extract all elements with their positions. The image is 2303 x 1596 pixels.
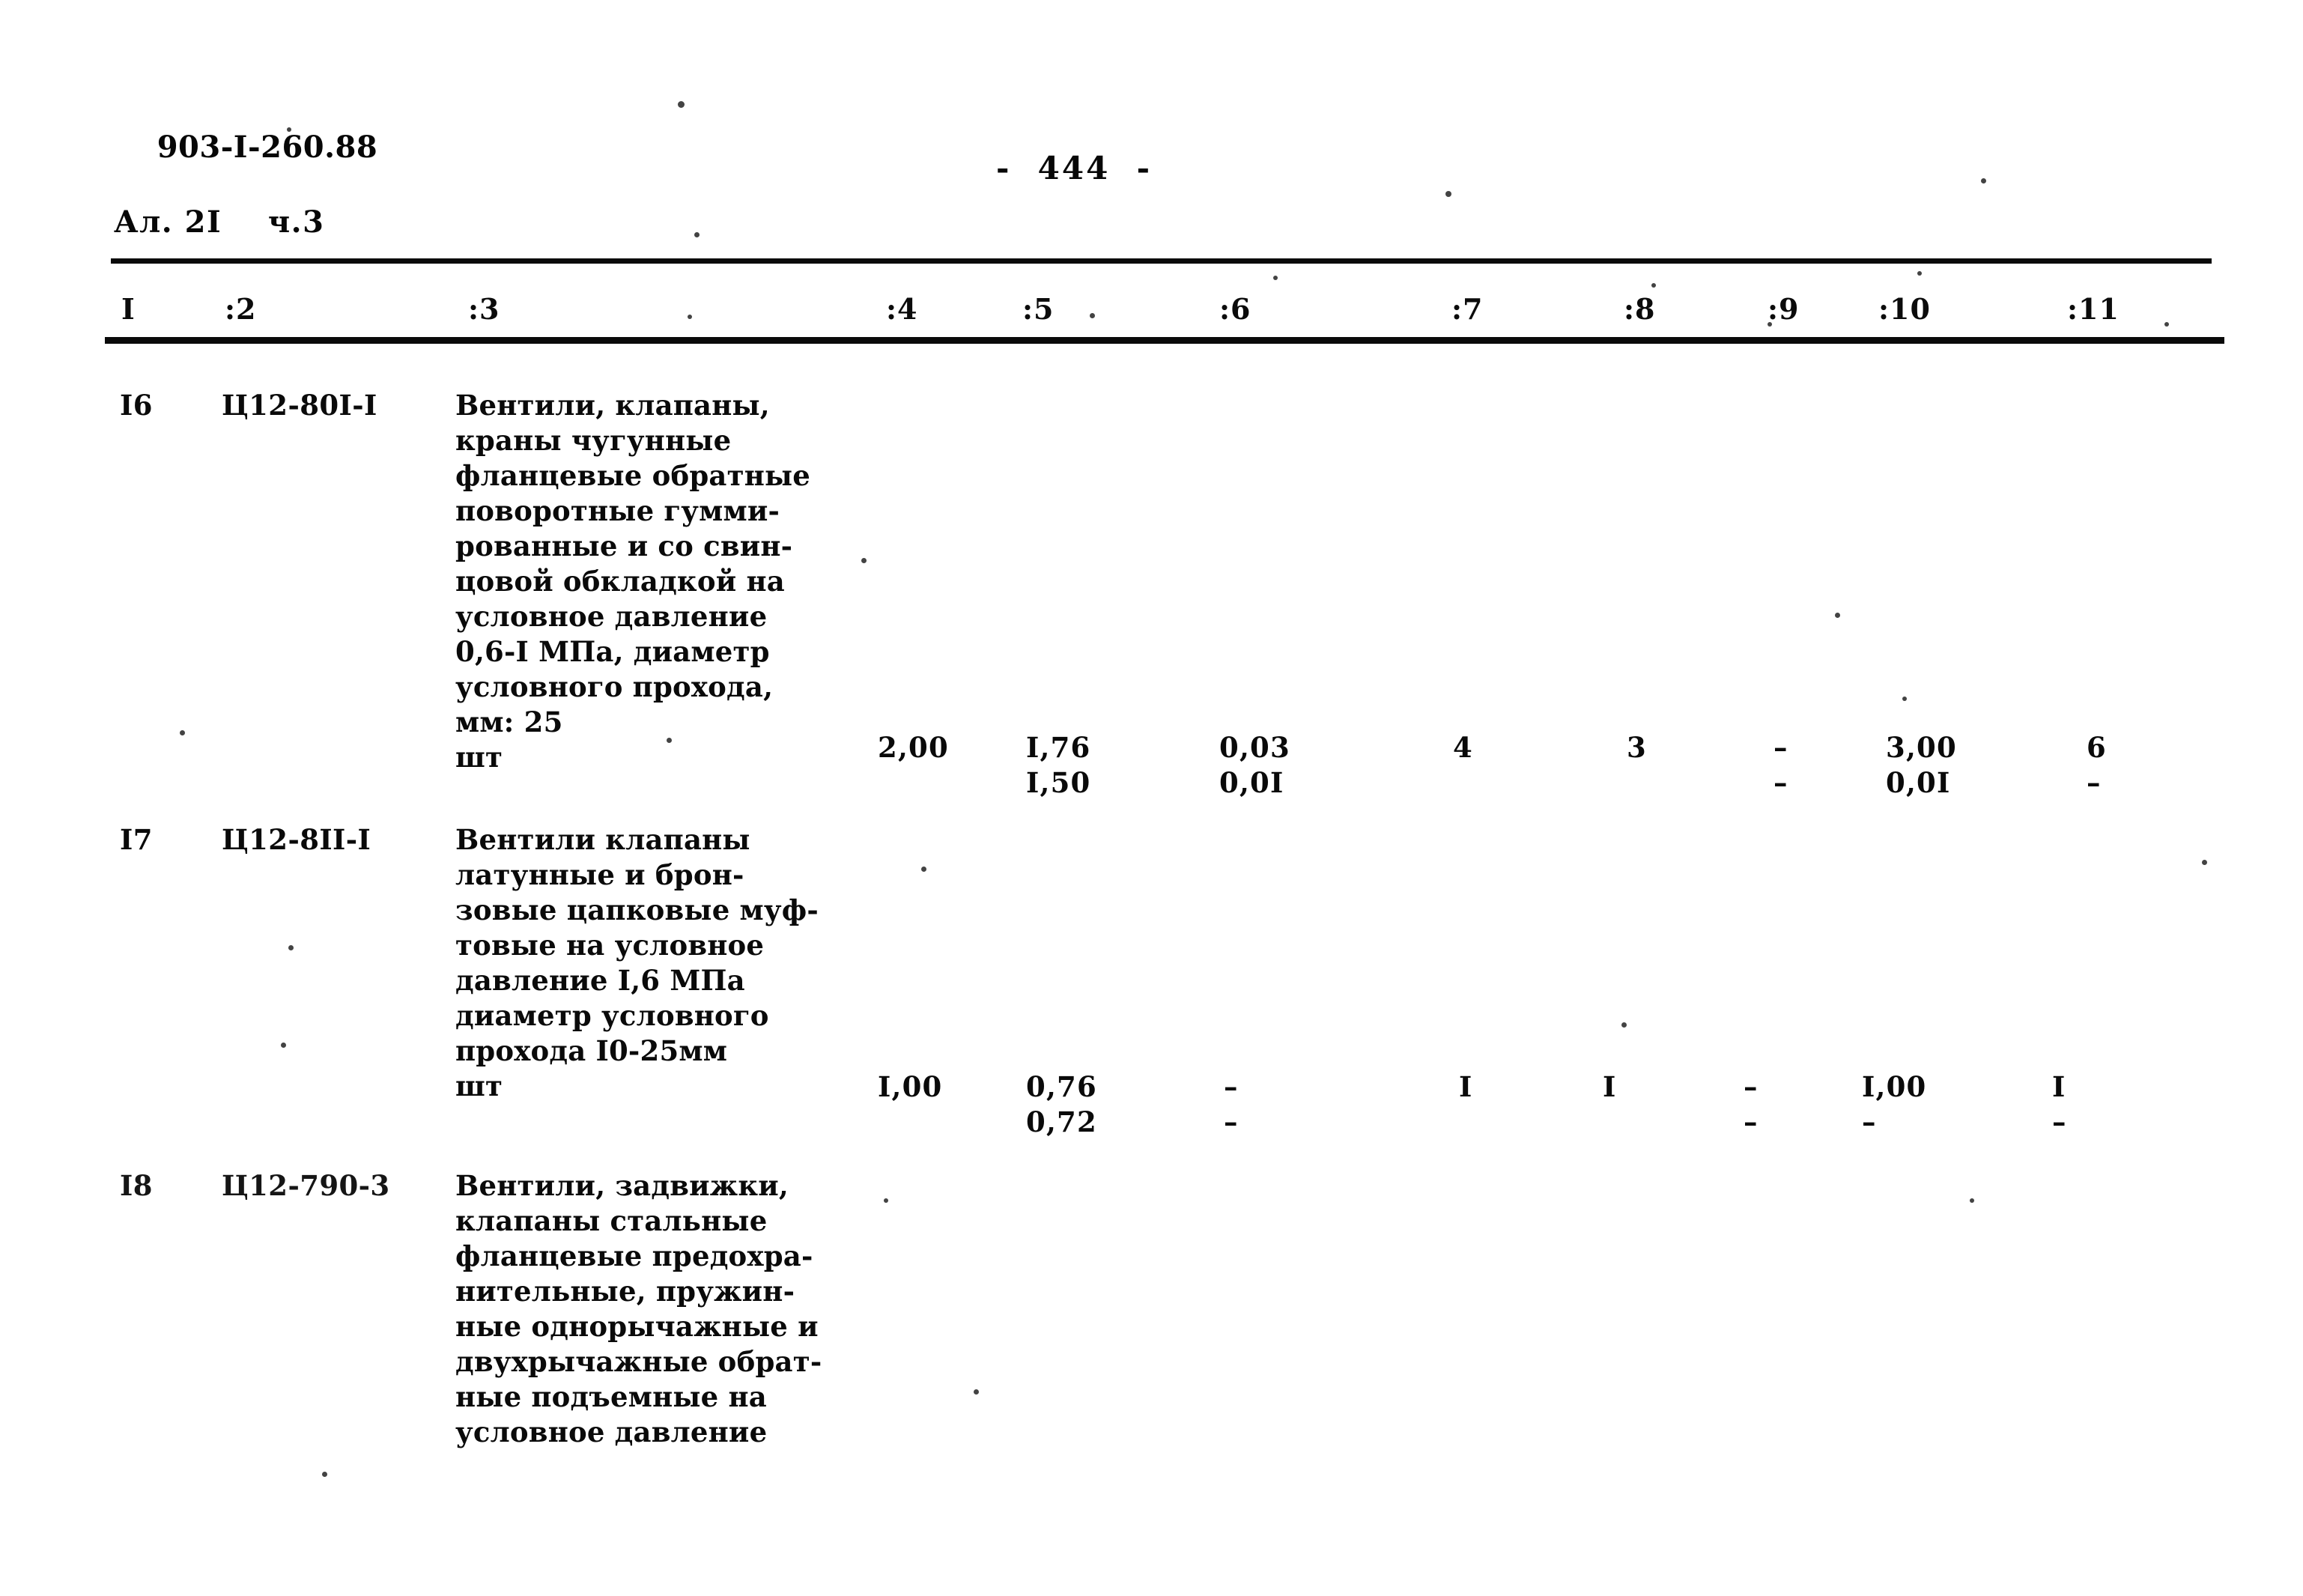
album-part-label: Ал. 2I ч.3 xyxy=(114,204,325,240)
row-col6: 0,03 0,0I xyxy=(1219,731,1290,799)
page-number: - 444 - xyxy=(996,150,1153,186)
row-col9: – – xyxy=(1773,731,1788,799)
column-header-7: :7 xyxy=(1451,292,1484,326)
row-number: I8 xyxy=(120,1169,153,1202)
row-col7: 4 xyxy=(1453,731,1473,764)
row-description: Вентили клапаны латунные и брон- зовые ц… xyxy=(455,823,819,1102)
row-col9: – – xyxy=(1744,1070,1758,1138)
document-code: 903-I-260.88 xyxy=(157,130,378,165)
row-col4: 2,00 xyxy=(878,731,949,764)
scan-speckle xyxy=(322,1472,327,1477)
column-header-10: :10 xyxy=(1878,292,1931,326)
scan-speckle xyxy=(861,558,867,563)
table-top-rule xyxy=(111,258,2212,264)
scan-speckle xyxy=(288,945,294,950)
column-header-3: :3 xyxy=(468,292,500,326)
row-col5: 0,76 0,72 xyxy=(1026,1070,1097,1138)
row-col11: 6 – xyxy=(2087,731,2107,799)
row-col7: I xyxy=(1459,1070,1473,1103)
column-header-4: :4 xyxy=(886,292,918,326)
scan-speckle xyxy=(1970,1198,1974,1203)
column-header-5: :5 xyxy=(1022,292,1055,326)
scan-speckle xyxy=(180,730,185,735)
row-col10: 3,00 0,0I xyxy=(1886,731,1957,799)
row-col10: I,00 – xyxy=(1862,1070,1927,1138)
scan-speckle xyxy=(1902,697,1907,701)
row-item-code: Ц12-790-3 xyxy=(222,1169,390,1202)
scan-speckle xyxy=(688,315,692,319)
scan-speckle xyxy=(1090,313,1095,318)
scan-speckle xyxy=(694,232,700,237)
scan-speckle xyxy=(1917,271,1922,276)
row-col8: 3 xyxy=(1627,731,1647,764)
row-item-code: Ц12-8II-I xyxy=(222,823,371,856)
row-col4: I,00 xyxy=(878,1070,943,1103)
scan-speckle xyxy=(1651,283,1656,288)
scan-speckle xyxy=(1981,178,1986,183)
scan-speckle xyxy=(1273,276,1278,280)
scan-speckle xyxy=(678,101,685,108)
column-header-2: :2 xyxy=(225,292,257,326)
scan-speckle xyxy=(884,1198,888,1203)
row-description: Вентили, задвижки, клапаны стальные флан… xyxy=(455,1169,822,1448)
column-header-6: :6 xyxy=(1219,292,1251,326)
column-header-9: :9 xyxy=(1768,292,1800,326)
row-col6: – – xyxy=(1224,1070,1238,1138)
column-header-1: I xyxy=(121,292,136,326)
scan-speckle xyxy=(281,1043,286,1048)
row-col8: I xyxy=(1603,1070,1617,1103)
scan-speckle xyxy=(1621,1022,1627,1028)
row-description: Вентили, клапаны, краны чугунные фланцев… xyxy=(455,389,811,774)
row-number: I7 xyxy=(120,823,153,856)
column-header-11: :11 xyxy=(2067,292,2120,326)
row-number: I6 xyxy=(120,389,153,422)
row-item-code: Ц12-80I-I xyxy=(222,389,377,422)
row-col11: I – xyxy=(2052,1070,2067,1138)
scan-speckle xyxy=(974,1389,979,1395)
scan-speckle xyxy=(2164,322,2169,327)
document-header: 903-I-260.88 Ал. 2I ч.3 xyxy=(114,91,377,316)
table-header-rule xyxy=(105,337,2224,344)
scan-speckle xyxy=(921,867,926,872)
column-header-8: :8 xyxy=(1624,292,1656,326)
document-page: 903-I-260.88 Ал. 2I ч.3 - 444 - I :2 :3 … xyxy=(0,0,2303,1596)
row-col5: I,76 I,50 xyxy=(1026,731,1091,799)
scan-speckle xyxy=(1835,613,1840,618)
scan-speckle xyxy=(2202,860,2207,865)
scan-speckle xyxy=(1445,191,1451,197)
